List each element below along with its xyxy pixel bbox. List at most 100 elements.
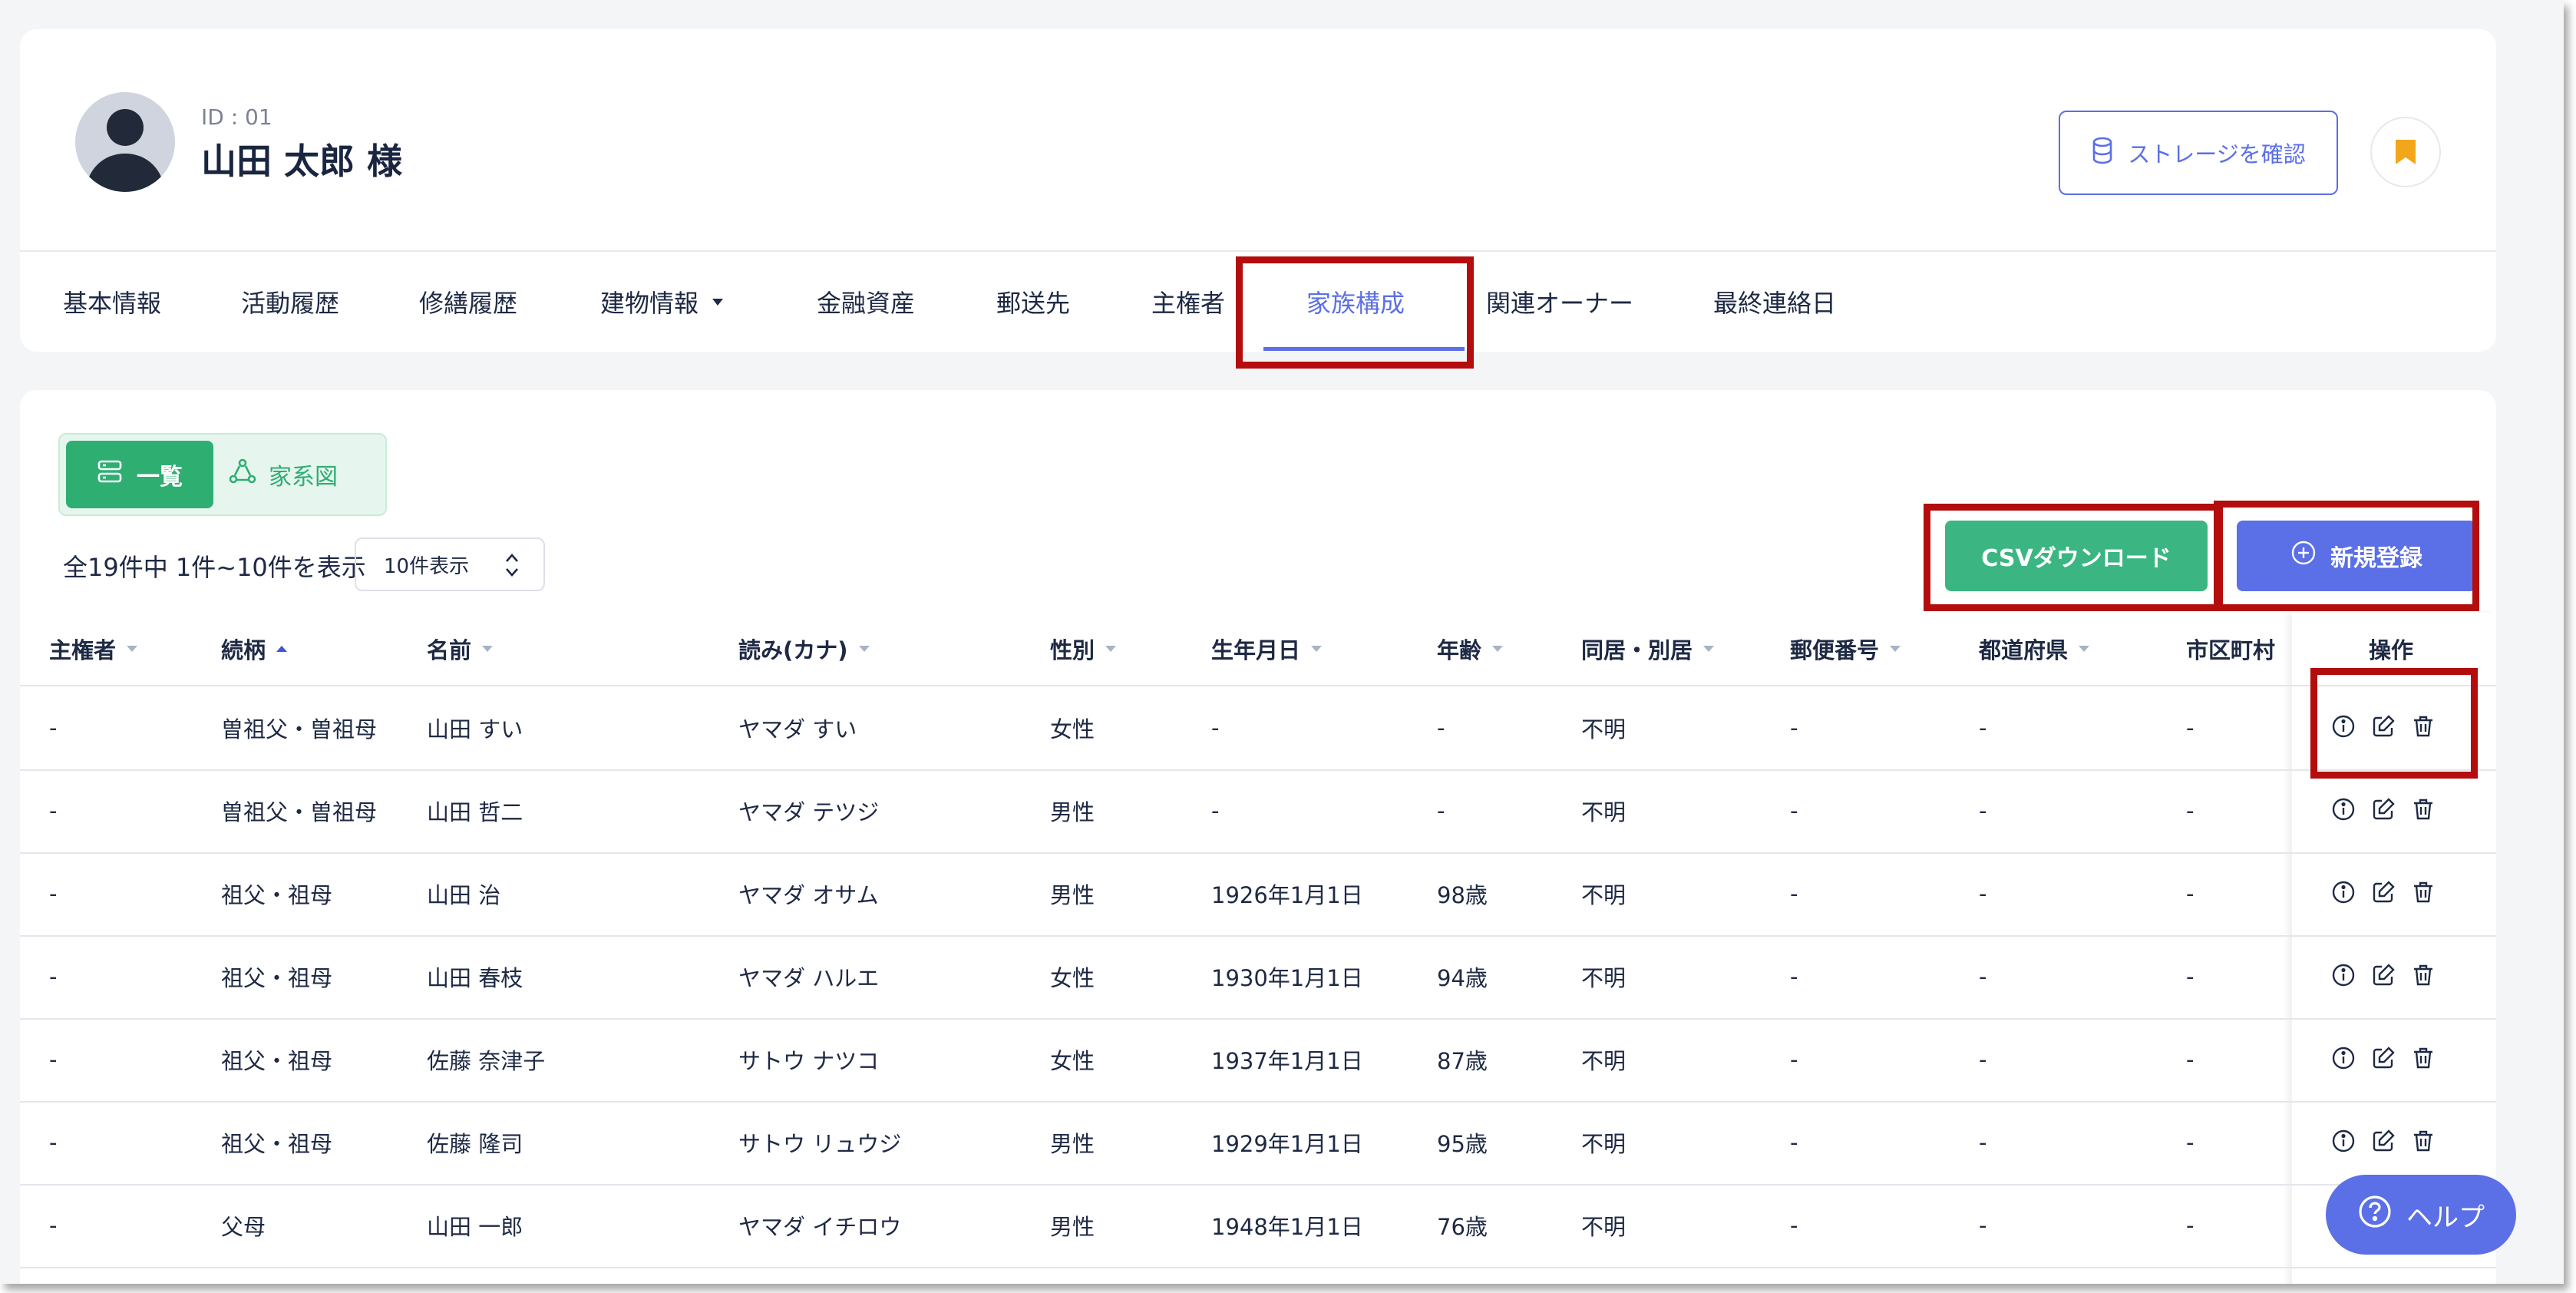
tab-basic-info[interactable]: 基本情報 [63,253,161,350]
new-register-label: 新規登録 [2330,545,2422,572]
column-header-age[interactable]: 年齢 [1437,613,1504,685]
updown-chevron-icon [506,554,518,577]
edit-icon[interactable] [2370,713,2396,742]
tab-related-owners[interactable]: 関連オーナー [1486,253,1633,350]
column-header-prefecture[interactable]: 都道府県 [1979,613,2090,685]
cell-cohabitation: 不明 [1581,965,1627,991]
check-storage-button[interactable]: ストレージを確認 [2059,111,2338,195]
edit-icon[interactable] [2370,1128,2396,1157]
edit-icon[interactable] [2370,1045,2396,1074]
column-header-postal-code[interactable]: 郵便番号 [1790,613,1901,685]
row-operations [2330,1018,2436,1101]
header-divider [20,250,2496,252]
per-page-select[interactable]: 10件表示 [355,537,545,591]
info-icon[interactable] [2330,1045,2356,1074]
family-tree-icon [229,458,256,491]
cell-cohabitation: 不明 [1581,716,1627,742]
list-icon [97,458,123,491]
cell-gender: 女性 [1050,965,1095,991]
cell-name: 佐藤 奈津子 [427,1048,546,1074]
view-toggle: 一覧 家系図 [58,433,387,516]
cell-cohabitation: 不明 [1581,1048,1627,1074]
tab-bar: 基本情報 活動履歴 修繕履歴 建物情報 金融資産 郵送先 主権者 家族構成 関連… [20,253,2496,350]
tab-sovereign[interactable]: 主権者 [1151,253,1225,350]
edit-icon[interactable] [2370,879,2396,908]
cell-city: - [2186,1212,2195,1238]
column-header-kana[interactable]: 読み(カナ) [738,613,870,685]
cell-postal-code: - [1790,881,1798,907]
check-storage-label: ストレージを確認 [2128,141,2306,167]
cell-name: 山田 すい [427,716,523,742]
cell-city: - [2186,881,2195,907]
column-header-sovereign[interactable]: 主権者 [49,613,138,685]
column-header-gender[interactable]: 性別 [1050,613,1117,685]
trash-icon[interactable] [2410,713,2436,742]
family-tree-view-button[interactable]: 家系図 [229,441,382,508]
list-view-label: 一覧 [137,464,183,491]
table-row: - 祖父・祖母 山田 治 ヤマダ オサム 男性 1926年1月1日 98歳 不明 - - - [20,852,2496,937]
cell-postal-code: - [1790,1212,1798,1238]
tab-repair-history[interactable]: 修繕履歴 [419,253,517,350]
help-button[interactable]: ヘルプ [2326,1175,2516,1255]
column-header-operations: 操作 [2369,637,2414,663]
cell-birthdate: 1948年1月1日 [1211,1214,1363,1240]
tab-mailing-address[interactable]: 郵送先 [996,253,1070,350]
cell-age: 95歳 [1437,1131,1488,1157]
tab-family-structure[interactable]: 家族構成 [1306,253,1405,350]
sort-icon [1311,646,1323,652]
cell-name: 佐藤 隆司 [427,1131,523,1157]
cell-age: - [1437,798,1445,824]
cell-birthdate: - [1211,798,1220,824]
column-header-cohabitation[interactable]: 同居・別居 [1581,613,1715,685]
column-header-relation[interactable]: 続柄 [221,613,288,685]
cell-postal-code: - [1790,715,1798,741]
sort-icon [2079,646,2090,652]
table-row: - 曽祖父・曽祖母 山田 哲二 ヤマダ テツジ 男性 - - 不明 - - - [20,769,2496,854]
cell-gender: 女性 [1050,716,1095,742]
csv-download-button[interactable]: CSVダウンロード [1945,521,2208,591]
tab-financial-assets[interactable]: 金融資産 [817,253,915,350]
info-icon[interactable] [2330,879,2356,908]
cell-postal-code: - [1790,798,1798,824]
cell-cohabitation: 不明 [1581,1214,1627,1240]
cell-birthdate: 1930年1月1日 [1211,965,1363,991]
list-view-button[interactable]: 一覧 [66,441,213,508]
info-icon[interactable] [2330,713,2356,742]
cell-name: 山田 春枝 [427,965,523,991]
table-row: - 祖父・祖母 佐藤 隆司 サトウ リュウジ 男性 1929年1月1日 95歳 不明 - - - [20,1101,2496,1186]
column-header-name[interactable]: 名前 [427,613,494,685]
family-content-card: 一覧 家系図 全19件中 1件~10件を表示 10件表示 CSVダウンロード 新… [20,390,2496,1284]
tab-activity-history[interactable]: 活動履歴 [241,253,339,350]
trash-icon[interactable] [2410,879,2436,908]
edit-icon[interactable] [2370,796,2396,825]
database-icon [2091,137,2114,170]
new-register-button[interactable]: 新規登録 [2237,521,2476,591]
cell-sovereign: - [49,881,58,907]
tab-building-info[interactable]: 建物情報 [600,253,724,350]
cell-sovereign: - [49,1047,58,1073]
table-header: 主権者 続柄 名前 読み(カナ) 性別 生年月日 年齢 同居・別居 郵便番号 都… [20,613,2496,686]
cell-gender: 男性 [1050,1131,1095,1157]
result-count: 全19件中 1件~10件を表示 [63,553,366,582]
trash-icon[interactable] [2410,962,2436,991]
cell-age: 94歳 [1437,965,1488,991]
cell-sovereign: - [49,1212,58,1238]
edit-icon[interactable] [2370,962,2396,991]
cell-kana: サトウ リュウジ [738,1131,902,1157]
bookmark-icon [2396,140,2416,164]
cell-birthdate: 1926年1月1日 [1211,882,1363,908]
trash-icon[interactable] [2410,796,2436,825]
info-icon[interactable] [2330,1128,2356,1157]
column-header-city[interactable]: 市区町村 [2186,613,2275,685]
cell-name: 山田 哲二 [427,799,523,825]
info-icon[interactable] [2330,796,2356,825]
table-row: - 曽祖父・曽祖母 山田 すい ヤマダ すい 女性 - - 不明 - - - [20,686,2496,771]
tab-last-contact-date[interactable]: 最終連絡日 [1713,253,1836,350]
info-icon[interactable] [2330,962,2356,991]
column-header-birthdate[interactable]: 生年月日 [1211,613,1323,685]
cell-postal-code: - [1790,1129,1798,1156]
active-tab-indicator [1263,347,1465,351]
trash-icon[interactable] [2410,1128,2436,1157]
bookmark-button[interactable] [2370,117,2441,187]
trash-icon[interactable] [2410,1045,2436,1074]
